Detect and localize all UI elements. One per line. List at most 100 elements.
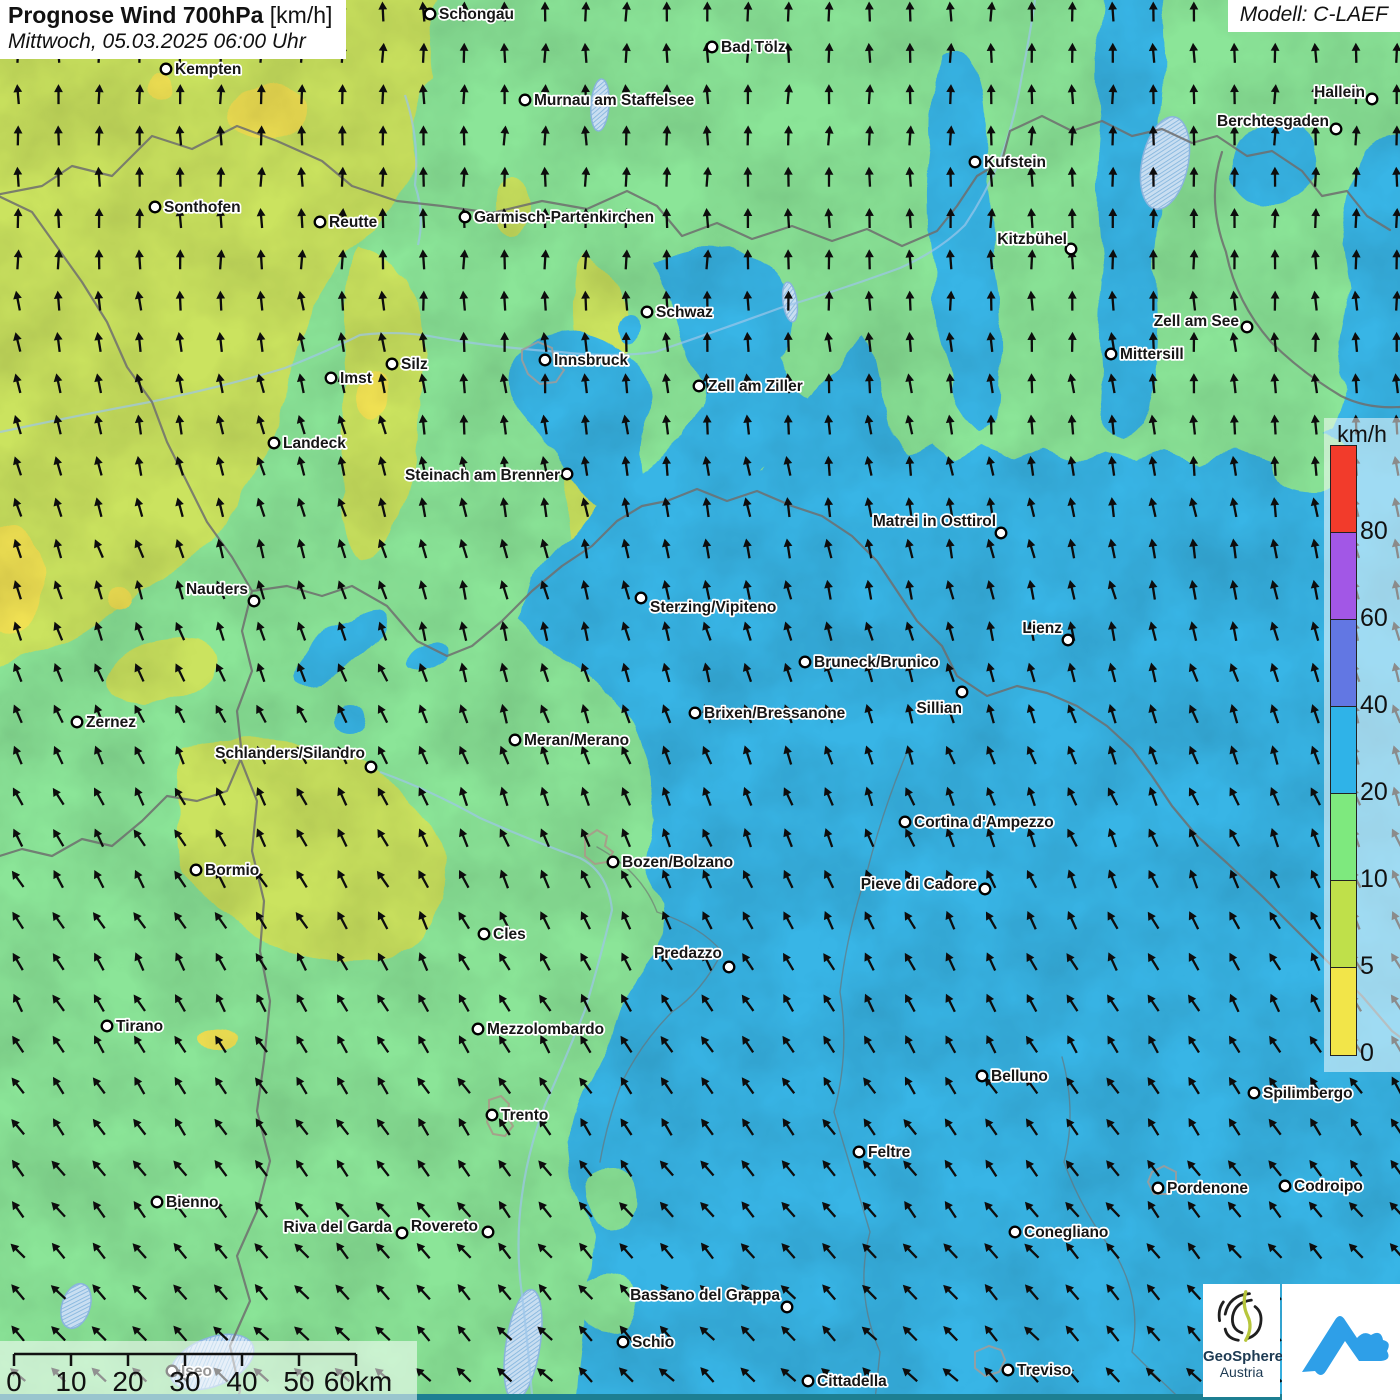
city-label: Reutte [329, 214, 378, 231]
city-label: Schongau [439, 6, 514, 23]
city-label: Meran/Merano [524, 732, 629, 749]
city-dot [606, 855, 620, 869]
legend-tick-label: 20 [1360, 778, 1388, 806]
city-marker-meran-merano: Meran/Merano [508, 730, 631, 751]
city-label: Kitzbühel [997, 231, 1067, 248]
valid-time-subtitle: Mittwoch, 05.03.2025 06:00 Uhr [8, 30, 306, 53]
city-label: Matrei in Osttirol [873, 513, 996, 530]
city-dot [640, 305, 654, 319]
city-dot [364, 760, 378, 774]
city-dot [313, 215, 327, 229]
map-scale-bar: 0 10 20 30 40 50 60km [0, 1341, 417, 1400]
city-marker-pieve-di-cadore: Pieve di Cadore [859, 874, 992, 896]
geosphere-country: Austria [1219, 1364, 1264, 1380]
legend-tick-label: 40 [1360, 691, 1388, 719]
city-marker-murnau-am-staffelsee: Murnau am Staffelsee [518, 90, 696, 111]
city-label: Imst [340, 370, 372, 387]
city-label: Mittersill [1120, 346, 1184, 363]
city-marker-spilimbergo: Spilimbergo [1247, 1083, 1354, 1104]
city-label: Rovereto [411, 1218, 478, 1235]
legend-segment [1331, 446, 1356, 533]
city-marker-conegliano: Conegliano [1008, 1222, 1110, 1243]
city-dot [423, 7, 437, 21]
scale-tick-label: 60km [324, 1366, 392, 1397]
city-dot [898, 815, 912, 829]
legend-unit-label: km/h [1337, 421, 1387, 447]
city-marker-zell-am-see: Zell am See [1152, 311, 1254, 334]
city-dot [508, 733, 522, 747]
city-label: Garmisch-Partenkirchen [474, 209, 654, 226]
city-dot [780, 1300, 794, 1314]
city-dot [688, 706, 702, 720]
legend-segment [1331, 533, 1356, 620]
city-label: Bruneck/Brunico [814, 654, 939, 671]
city-label: Schio [632, 1334, 674, 1351]
city-label: Schlanders/Silandro [215, 745, 365, 762]
wind-forecast-map-screenshot: Schongau Bad Tölz Kempten Murnau am Staffel… [0, 0, 1400, 1400]
city-label: Tirano [116, 1018, 163, 1035]
city-dot [100, 1019, 114, 1033]
city-dot [968, 155, 982, 169]
city-dot [634, 591, 648, 605]
legend-tick-label: 5 [1360, 952, 1374, 980]
city-dot [1247, 1086, 1261, 1100]
city-marker-pordenone: Pordenone [1151, 1178, 1250, 1199]
city-label: Zell am See [1154, 313, 1240, 330]
city-label: Bozen/Bolzano [622, 854, 733, 871]
city-label: Zernez [86, 714, 136, 731]
city-label: Lienz [1022, 620, 1062, 637]
city-dot [616, 1335, 630, 1349]
city-dot [1104, 347, 1118, 361]
city-marker-garmisch-partenkirchen: Garmisch-Partenkirchen [458, 207, 656, 228]
city-dot [798, 655, 812, 669]
legend-segment [1331, 707, 1356, 794]
geosphere-logo-box: GeoSphere Austria [1203, 1284, 1283, 1397]
scale-tick-label: 40 [226, 1366, 257, 1397]
city-label: Spilimbergo [1263, 1085, 1353, 1102]
city-dot [978, 882, 992, 896]
city-marker-mezzolombardo: Mezzolombardo [471, 1019, 606, 1040]
city-dot [481, 1225, 495, 1239]
city-dot [189, 863, 203, 877]
city-dot [1365, 92, 1379, 106]
city-dot [385, 357, 399, 371]
city-dot [148, 200, 162, 214]
city-marker-brixen-bressanone: Brixen/Bressanone [688, 703, 847, 724]
city-marker-bruneck-brunico: Bruneck/Brunico [798, 652, 941, 673]
city-dot [458, 210, 472, 224]
city-dot [395, 1226, 409, 1240]
city-dot [159, 62, 173, 76]
city-label: Trento [501, 1107, 548, 1124]
city-dot [1064, 242, 1078, 256]
map-canvas: Schongau Bad Tölz Kempten Murnau am Staffel… [0, 0, 1400, 1400]
city-marker-steinach-am-brenner: Steinach am Brenner [403, 465, 574, 486]
city-dot [1001, 1363, 1015, 1377]
city-label: Schwaz [656, 304, 713, 321]
city-marker-sonthofen: Sonthofen [148, 197, 242, 218]
city-label: Feltre [868, 1144, 911, 1161]
city-dot [477, 927, 491, 941]
title-text: Prognose Wind 700hPa [8, 2, 264, 28]
city-label: Nauders [186, 581, 248, 598]
scale-tick-label: 20 [112, 1366, 143, 1397]
city-label: Bormio [205, 862, 259, 879]
city-dot [1278, 1179, 1292, 1193]
city-dot [150, 1195, 164, 1209]
city-marker-schongau: Schongau [423, 4, 516, 25]
city-label: Mezzolombardo [487, 1021, 604, 1038]
city-dot [801, 1374, 815, 1388]
city-label: Cles [493, 926, 526, 943]
city-label: Kufstein [984, 154, 1046, 171]
city-dot [1151, 1181, 1165, 1195]
city-label: Sterzing/Vipiteno [650, 599, 776, 616]
city-dot [994, 526, 1008, 540]
city-dot [560, 467, 574, 481]
title-unit: [km/h] [263, 2, 333, 28]
city-dot [1061, 633, 1075, 647]
city-label: Sillian [916, 700, 962, 717]
wind-speed-legend: km/h 80 60 40 20 10 5 0 [1324, 418, 1400, 1072]
city-dot [692, 379, 706, 393]
city-label: Sonthofen [164, 199, 241, 216]
city-label: Cittadella [817, 1373, 887, 1390]
city-label: Codroipo [1294, 1178, 1363, 1195]
